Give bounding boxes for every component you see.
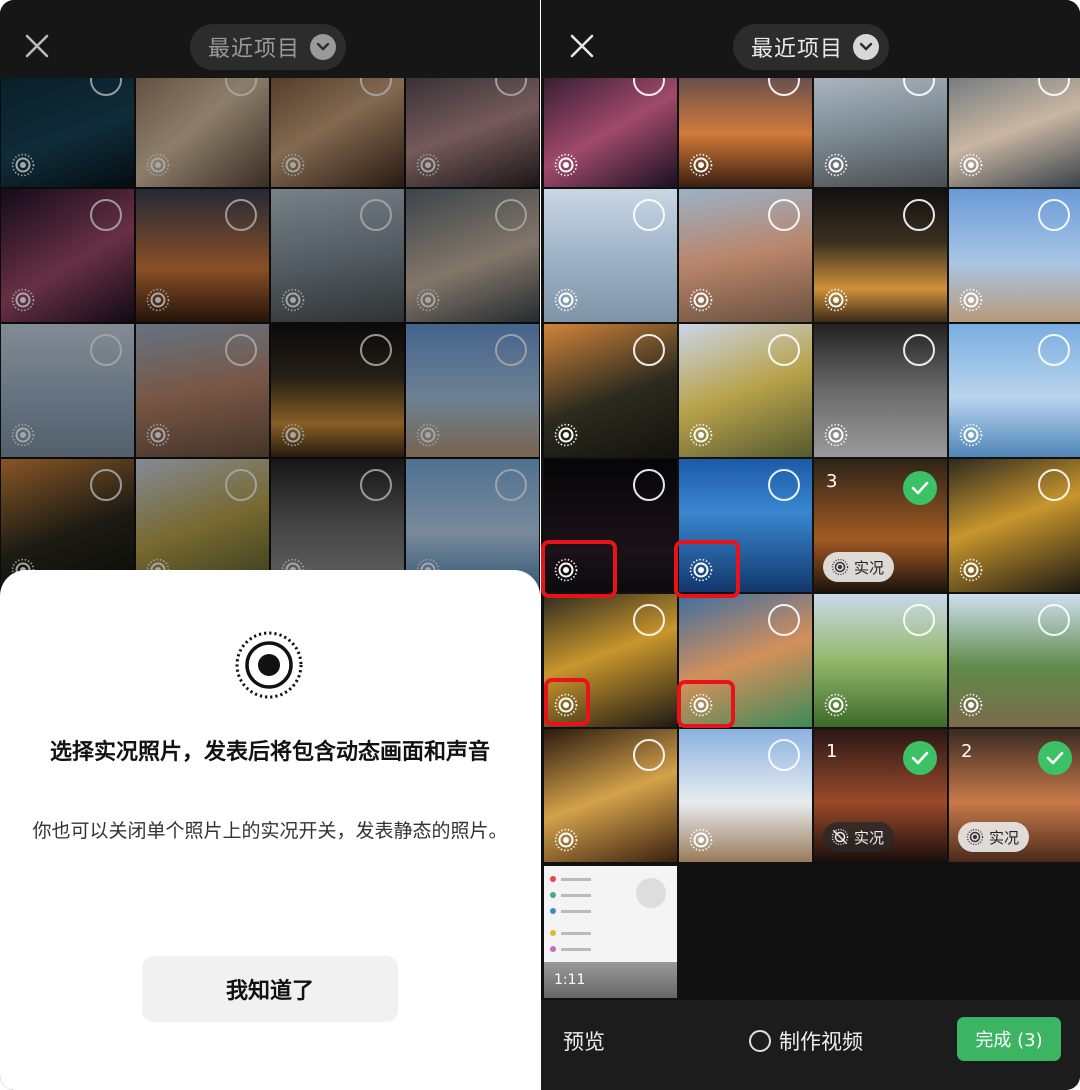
- screenshot-time: 1:11: [554, 972, 586, 988]
- select-circle-icon[interactable]: [768, 739, 800, 771]
- photo-thumbnail[interactable]: 1 实况: [814, 729, 947, 862]
- selection-number: 2: [961, 741, 973, 762]
- top-bar: 最近项目: [541, 0, 1080, 78]
- photo-thumbnail[interactable]: [814, 594, 947, 727]
- select-circle-icon[interactable]: [768, 604, 800, 636]
- right-phone-screen: 最近项目 3 实况 1 实况 2 实况 1:11 预览 制作视频 完成 (3): [541, 0, 1080, 1090]
- select-circle-icon[interactable]: [768, 199, 800, 231]
- got-it-button[interactable]: 我知道了: [142, 956, 398, 1022]
- photo-thumbnail[interactable]: [949, 594, 1080, 727]
- live-toggle-button[interactable]: 实况: [958, 822, 1030, 852]
- live-photo-icon: [959, 558, 983, 582]
- make-video-label: 制作视频: [779, 1030, 863, 1054]
- live-photo-icon: [689, 153, 713, 177]
- album-selector[interactable]: 最近项目: [733, 24, 890, 70]
- photo-thumbnail[interactable]: 3 实况: [814, 459, 947, 592]
- album-selector[interactable]: 最近项目: [190, 24, 347, 70]
- screenshot-thumbnail[interactable]: 1:11: [544, 866, 677, 998]
- top-bar: 最近项目: [0, 0, 540, 78]
- photo-thumbnail[interactable]: [814, 324, 947, 457]
- select-circle-icon[interactable]: [1038, 199, 1070, 231]
- highlight-box: [541, 540, 617, 598]
- close-icon[interactable]: [569, 33, 595, 59]
- done-button[interactable]: 完成 (3): [957, 1017, 1061, 1061]
- preview-button[interactable]: 预览: [563, 1026, 605, 1056]
- make-video-option[interactable]: 制作视频: [749, 1026, 863, 1056]
- check-icon[interactable]: [1038, 741, 1072, 775]
- photo-thumbnail[interactable]: [544, 324, 677, 457]
- live-photo-info-sheet: 选择实况照片，发表后将包含动态画面和声音 你也可以关闭单个照片上的实况开关，发表…: [0, 570, 540, 1090]
- select-circle-icon[interactable]: [633, 739, 665, 771]
- photo-thumbnail[interactable]: [679, 324, 812, 457]
- check-icon[interactable]: [903, 741, 937, 775]
- live-photo-icon: [959, 693, 983, 717]
- photo-thumbnail[interactable]: 2 实况: [949, 729, 1080, 862]
- live-photo-icon: [959, 288, 983, 312]
- sheet-description: 你也可以关闭单个照片上的实况开关，发表静态的照片。: [32, 820, 508, 842]
- chevron-down-icon: [853, 34, 880, 60]
- selection-number: 1: [826, 741, 838, 762]
- highlight-box: [674, 540, 740, 598]
- live-toggle-button[interactable]: 实况: [823, 822, 895, 852]
- select-circle-icon[interactable]: [903, 334, 935, 366]
- sheet-title: 选择实况照片，发表后将包含动态画面和声音: [49, 740, 490, 765]
- live-photo-icon: [959, 153, 983, 177]
- left-phone-screen: 最近项目 选择实况照片，发表后将包含动态画面和声音 你也可以关闭单个照片上的实况…: [0, 0, 540, 1090]
- live-photo-icon: [824, 288, 848, 312]
- select-circle-icon[interactable]: [768, 334, 800, 366]
- live-photo-icon: [554, 828, 578, 852]
- selection-number: 3: [826, 471, 838, 492]
- live-photo-icon: [554, 423, 578, 447]
- photo-thumbnail[interactable]: [814, 189, 947, 322]
- live-photo-icon: [554, 153, 578, 177]
- live-photo-icon: [831, 558, 849, 576]
- check-icon[interactable]: [903, 471, 937, 505]
- photo-thumbnail[interactable]: [949, 459, 1080, 592]
- live-photo-icon: [554, 288, 578, 312]
- select-circle-icon[interactable]: [633, 469, 665, 501]
- live-toggle-button[interactable]: 实况: [823, 552, 895, 582]
- photo-thumbnail[interactable]: [679, 729, 812, 862]
- select-circle-icon[interactable]: [633, 334, 665, 366]
- live-photo-icon: [689, 288, 713, 312]
- photo-thumbnail[interactable]: [949, 324, 1080, 457]
- live-photo-icon: [235, 631, 303, 699]
- album-title: 最近项目: [208, 37, 301, 62]
- photo-thumbnail[interactable]: [544, 189, 677, 322]
- live-photo-icon: [824, 693, 848, 717]
- select-circle-icon[interactable]: [633, 604, 665, 636]
- live-photo-icon: [824, 423, 848, 447]
- radio-icon[interactable]: [749, 1030, 771, 1052]
- live-photo-icon: [966, 828, 984, 846]
- select-circle-icon[interactable]: [1038, 604, 1070, 636]
- select-circle-icon[interactable]: [633, 199, 665, 231]
- live-photo-icon: [689, 423, 713, 447]
- select-circle-icon[interactable]: [903, 199, 935, 231]
- chevron-down-icon: [310, 34, 337, 60]
- photo-thumbnail[interactable]: [544, 729, 677, 862]
- live-photo-icon: [959, 423, 983, 447]
- photo-thumbnail[interactable]: [679, 189, 812, 322]
- select-circle-icon[interactable]: [1038, 334, 1070, 366]
- select-circle-icon[interactable]: [903, 604, 935, 636]
- album-title: 最近项目: [751, 37, 844, 62]
- live-photo-icon: [831, 828, 849, 846]
- live-photo-icon: [824, 153, 848, 177]
- photo-thumbnail[interactable]: [949, 189, 1080, 322]
- bottom-bar: 预览 制作视频 完成 (3): [541, 1000, 1080, 1090]
- live-photo-icon: [689, 828, 713, 852]
- select-circle-icon[interactable]: [768, 469, 800, 501]
- close-icon[interactable]: [24, 33, 50, 59]
- highlight-box: [677, 680, 735, 728]
- select-circle-icon[interactable]: [1038, 469, 1070, 501]
- highlight-box: [544, 678, 590, 726]
